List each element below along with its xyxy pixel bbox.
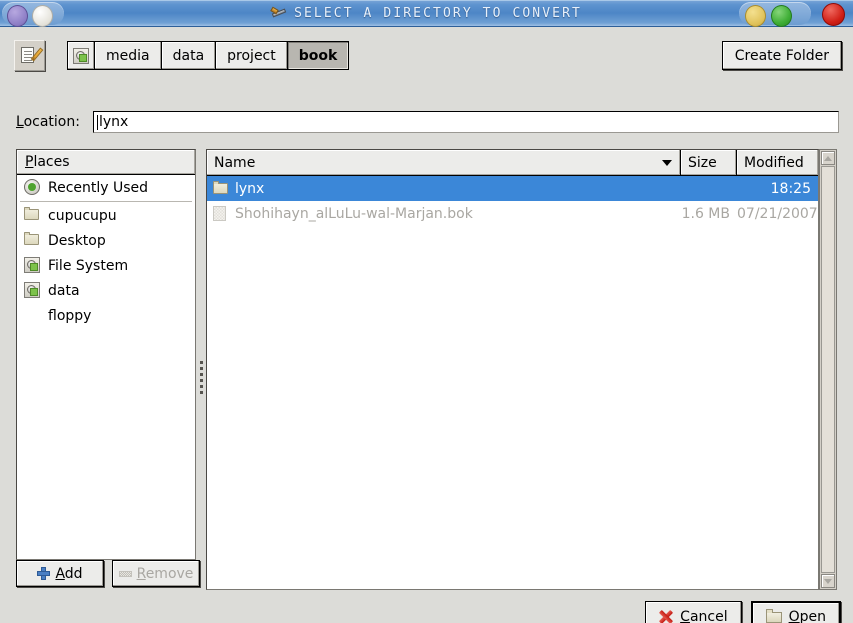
sidebar-item-label: File System xyxy=(48,257,129,274)
scrollbar-trough[interactable] xyxy=(821,166,835,573)
table-row[interactable]: Shohihayn_alLuLu-wal-Marjan.bok 1.6 MB 0… xyxy=(207,201,818,226)
location-label: Location: xyxy=(16,114,80,130)
plus-icon xyxy=(37,567,51,580)
titlebar-right-button-group xyxy=(739,2,811,27)
sidebar-item-floppy[interactable]: floppy xyxy=(17,303,195,328)
file-modified-cell: 07/21/2007 xyxy=(737,205,818,222)
path-button-data[interactable]: data xyxy=(160,41,216,70)
drive-icon xyxy=(24,282,41,299)
path-button-book[interactable]: book xyxy=(286,41,350,70)
add-button-label: Add xyxy=(55,565,83,582)
column-header-modified[interactable]: Modified xyxy=(737,150,818,175)
splitter-dot xyxy=(200,372,203,376)
recently-used-icon xyxy=(24,179,41,196)
maximize-button[interactable] xyxy=(771,5,792,27)
pencil-page-icon xyxy=(20,46,44,65)
pane-splitter-handle[interactable] xyxy=(197,352,206,402)
places-pane: Places Recently Used cupucupu Desktop Fi… xyxy=(16,149,196,560)
splitter-dot xyxy=(200,366,203,370)
minus-icon xyxy=(118,570,132,577)
open-button[interactable]: Open xyxy=(750,601,841,623)
cancel-button[interactable]: Cancel xyxy=(645,601,742,623)
sidebar-item-file-system[interactable]: File System xyxy=(17,253,195,278)
create-folder-button[interactable]: Create Folder xyxy=(721,41,842,70)
open-button-label: Open xyxy=(788,608,826,623)
file-list-scrollbar[interactable] xyxy=(819,149,837,590)
sidebar-item-label: Recently Used xyxy=(48,179,149,196)
table-row[interactable]: lynx 18:25 xyxy=(207,176,818,201)
dialog-body: media data project book Create Folder Lo… xyxy=(0,27,853,623)
splitter-dot xyxy=(200,384,203,388)
column-header-label: Name xyxy=(214,154,256,171)
location-input-value: lynx xyxy=(98,114,129,130)
file-list-pane: Name Size Modified lynx 18:25 Shohihayn_… xyxy=(206,149,819,590)
file-name-cell: lynx xyxy=(207,181,681,197)
sidebar-separator xyxy=(20,201,192,202)
sidebar-item-label: cupucupu xyxy=(48,207,117,224)
tools-icon xyxy=(271,6,287,21)
sort-descending-arrow-icon xyxy=(662,160,672,166)
file-modified-cell: 18:25 xyxy=(770,180,811,197)
window-title-group: SELECT A DIRECTORY TO CONVERT xyxy=(0,0,853,27)
folder-icon xyxy=(213,181,229,196)
sidebar-item-cupucupu[interactable]: cupucupu xyxy=(17,203,195,228)
minimize-button[interactable] xyxy=(745,5,766,27)
column-header-label: Size xyxy=(688,154,717,171)
folder-icon xyxy=(765,609,782,623)
sidebar-item-label: Desktop xyxy=(48,232,106,249)
remove-bookmark-button[interactable]: Remove xyxy=(112,560,200,587)
splitter-dot xyxy=(200,360,203,364)
window-titlebar: SELECT A DIRECTORY TO CONVERT xyxy=(0,0,853,27)
path-button-group: media data project book xyxy=(67,41,350,70)
remove-button-label: Remove xyxy=(136,565,194,582)
sidebar-item-label: data xyxy=(48,282,80,299)
window-title: SELECT A DIRECTORY TO CONVERT xyxy=(294,6,582,21)
path-button-root[interactable] xyxy=(67,41,94,70)
scroll-down-arrow-icon[interactable] xyxy=(821,574,835,588)
location-input[interactable]: lynx xyxy=(92,111,839,133)
location-row: Location: lynx xyxy=(16,111,839,133)
path-button-media[interactable]: media xyxy=(94,41,161,70)
scroll-up-arrow-icon[interactable] xyxy=(821,151,835,165)
splitter-dot xyxy=(200,378,203,382)
file-size-cell: 1.6 MB xyxy=(681,205,730,222)
sidebar-item-recently-used[interactable]: Recently Used xyxy=(17,175,195,200)
path-bar: media data project book xyxy=(14,40,350,71)
drive-icon xyxy=(73,47,89,64)
column-header-name[interactable]: Name xyxy=(207,150,681,175)
file-name-label: Shohihayn_alLuLu-wal-Marjan.bok xyxy=(235,205,473,222)
places-header: Places xyxy=(17,150,195,175)
close-button[interactable] xyxy=(822,3,845,26)
file-list-header: Name Size Modified xyxy=(207,150,818,176)
create-folder-label: Create Folder xyxy=(734,47,829,64)
folder-icon xyxy=(24,232,41,249)
sidebar-item-data[interactable]: data xyxy=(17,278,195,303)
cancel-button-label: Cancel xyxy=(680,608,728,623)
path-button-project[interactable]: project xyxy=(215,41,287,70)
splitter-dot xyxy=(200,390,203,394)
document-icon xyxy=(213,206,229,221)
type-filename-toggle-button[interactable] xyxy=(14,40,45,71)
folder-icon xyxy=(24,207,41,224)
places-actions: Add Remove xyxy=(16,560,200,587)
file-name-cell: Shohihayn_alLuLu-wal-Marjan.bok xyxy=(207,206,681,222)
file-name-label: lynx xyxy=(235,180,265,197)
sidebar-item-desktop[interactable]: Desktop xyxy=(17,228,195,253)
add-bookmark-button[interactable]: Add xyxy=(16,560,104,587)
sidebar-item-label: floppy xyxy=(48,307,92,324)
cancel-x-icon xyxy=(659,610,673,623)
dialog-action-buttons: Cancel Open xyxy=(645,601,841,623)
column-header-label: Modified xyxy=(744,154,804,171)
file-chooser-dialog: SELECT A DIRECTORY TO CONVERT media data… xyxy=(0,0,853,623)
drive-icon xyxy=(24,257,41,274)
column-header-size[interactable]: Size xyxy=(681,150,737,175)
